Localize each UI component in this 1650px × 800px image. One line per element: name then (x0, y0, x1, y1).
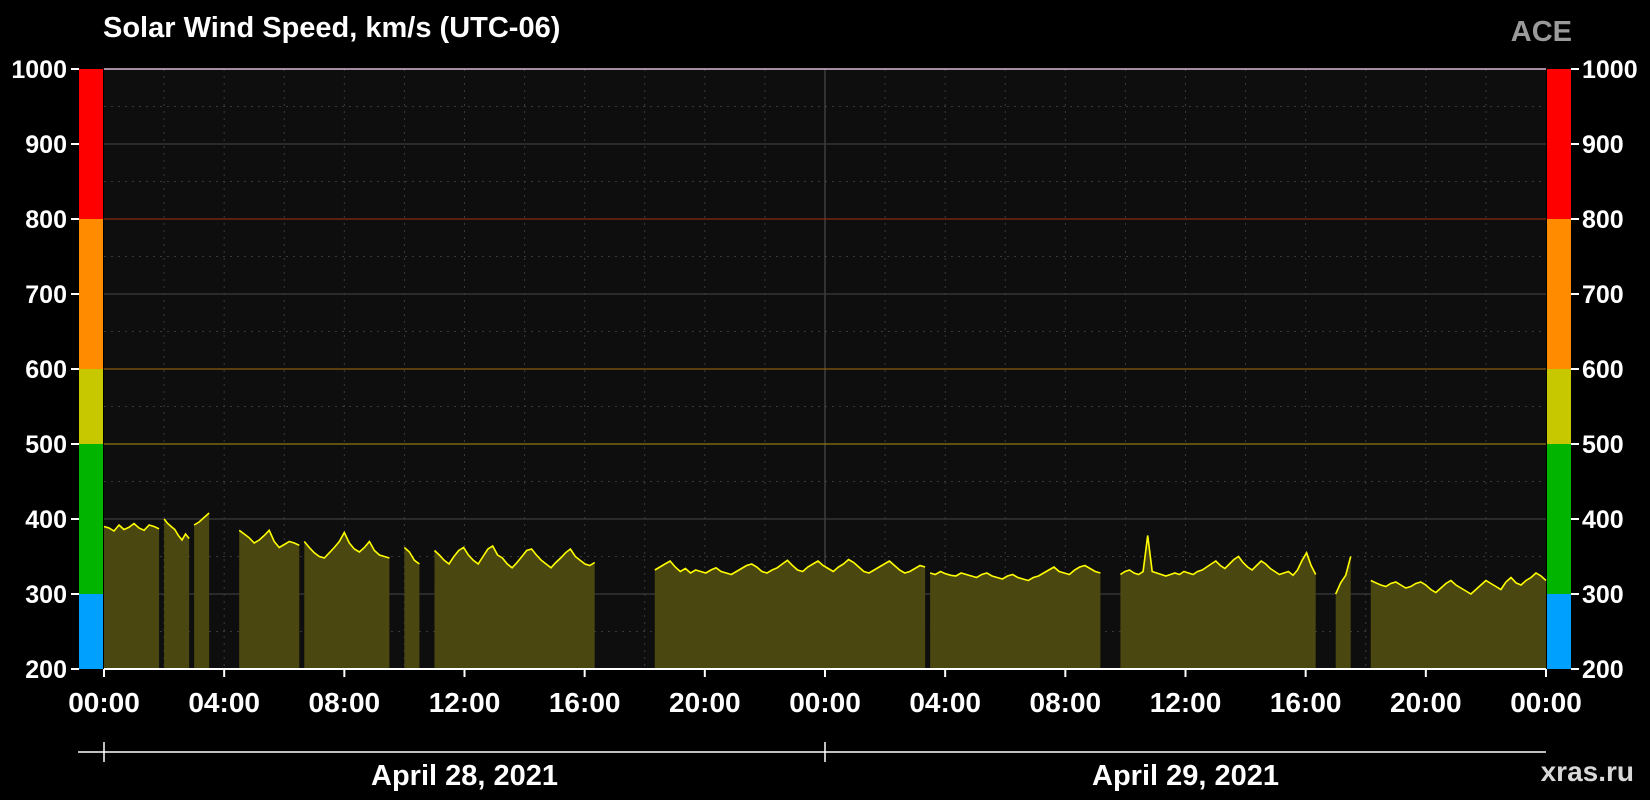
y-tick-label-right: 600 (1582, 356, 1624, 384)
x-tick-label: 04:00 (188, 687, 260, 718)
x-tick-label: 00:00 (789, 687, 861, 718)
scale-band-left (79, 219, 103, 369)
speed-area-segment (654, 559, 926, 669)
date-label: April 28, 2021 (371, 760, 558, 792)
x-tick-label: 04:00 (909, 687, 981, 718)
scale-band-right (1547, 219, 1571, 369)
y-tick-label-right: 900 (1582, 131, 1624, 159)
speed-area-segment (239, 530, 300, 669)
x-tick-label: 20:00 (1390, 687, 1462, 718)
y-tick-label-left: 700 (25, 281, 67, 309)
y-tick-label-right: 300 (1582, 581, 1624, 609)
y-tick-label-left: 500 (25, 431, 67, 459)
y-tick-label-left: 1000 (11, 56, 67, 84)
y-tick-label-left: 300 (25, 581, 67, 609)
y-tick-label-left: 600 (25, 356, 67, 384)
speed-area-segment (930, 565, 1101, 669)
scale-band-right (1547, 594, 1571, 669)
scale-band-right (1547, 444, 1571, 594)
y-tick-label-right: 1000 (1582, 56, 1638, 84)
x-tick-label: 08:00 (1030, 687, 1102, 718)
scale-band-right (1547, 69, 1571, 219)
y-tick-label-right: 400 (1582, 506, 1624, 534)
scale-band-left (79, 444, 103, 594)
y-tick-label-left: 900 (25, 131, 67, 159)
x-tick-label: 00:00 (1510, 687, 1582, 718)
x-tick-label: 00:00 (68, 687, 140, 718)
scale-band-left (79, 369, 103, 444)
x-tick-label: 20:00 (669, 687, 741, 718)
scale-band-right (1547, 369, 1571, 444)
y-tick-label-left: 400 (25, 506, 67, 534)
y-tick-label-right: 800 (1582, 206, 1624, 234)
y-tick-label-right: 700 (1582, 281, 1624, 309)
date-label: April 29, 2021 (1092, 760, 1279, 792)
speed-area-segment (104, 523, 160, 669)
x-tick-label: 08:00 (309, 687, 381, 718)
y-tick-label-right: 200 (1582, 656, 1624, 684)
x-tick-label: 16:00 (1270, 687, 1342, 718)
solar-wind-chart: 200 200 300 300 400 400 500 500 600 600 700 700 800 8… (11, 56, 1638, 792)
speed-area-segment (194, 513, 210, 669)
x-tick-label: 16:00 (549, 687, 621, 718)
y-tick-label-right: 500 (1582, 431, 1624, 459)
x-tick-label: 12:00 (429, 687, 501, 718)
scale-band-left (79, 69, 103, 219)
y-tick-label-left: 800 (25, 206, 67, 234)
speed-area-segment (164, 519, 190, 669)
y-tick-label-left: 200 (25, 656, 67, 684)
speed-area-segment (404, 547, 420, 669)
scale-band-left (79, 594, 103, 669)
x-tick-label: 12:00 (1150, 687, 1222, 718)
